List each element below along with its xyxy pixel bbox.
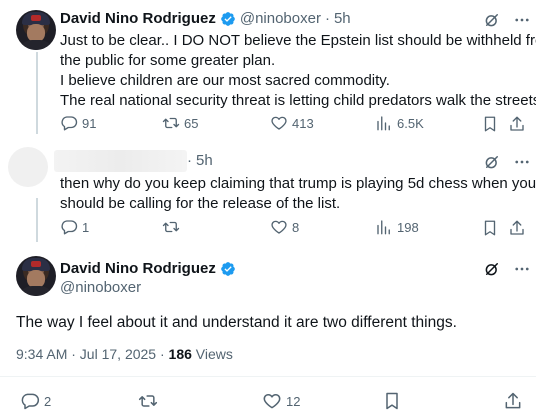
tweet-text: then why do you keep claiming that trump…	[60, 174, 536, 214]
main-tweet-header: David Nino Rodriguez	[60, 260, 236, 277]
repost-count: 65	[184, 115, 199, 131]
avatar[interactable]	[16, 256, 56, 296]
tweet-text-line: The real national security threat is let…	[60, 92, 536, 109]
repost-button[interactable]	[138, 391, 162, 411]
heart-icon	[271, 116, 287, 130]
author-name[interactable]: David Nino Rodriguez	[60, 10, 216, 27]
views-label: Views	[191, 346, 233, 362]
separator-dot: ·	[187, 152, 192, 169]
views-count: 6.5K	[397, 115, 424, 131]
views-icon	[377, 116, 390, 131]
like-count: 12	[286, 393, 301, 409]
like-count: 8	[292, 219, 300, 235]
bookmark-icon[interactable]	[481, 115, 499, 133]
post-time[interactable]: 5h	[334, 10, 351, 27]
grok-icon[interactable]	[483, 11, 501, 29]
views-button[interactable]: 198	[375, 218, 419, 236]
tweet-header: · 5h	[187, 152, 213, 169]
main-tweet-text: The way I feel about it and understand i…	[16, 314, 457, 331]
tweet-text-line: should be calling for the release of the…	[60, 195, 341, 212]
bookmark-icon[interactable]	[382, 391, 402, 411]
reply-button[interactable]: 1	[60, 218, 89, 236]
verified-badge-icon	[221, 261, 235, 276]
share-icon[interactable]	[508, 115, 526, 133]
bookmark-icon[interactable]	[481, 219, 499, 237]
more-options-icon[interactable]	[513, 153, 531, 171]
post-timestamp[interactable]: 9:34 AM · Jul 17, 2025 ·	[16, 346, 169, 362]
separator-dot: ·	[324, 10, 330, 27]
like-button[interactable]: 12	[262, 391, 300, 411]
tweet-text-line: I believe children are our most sacred c…	[60, 72, 390, 89]
heart-icon	[263, 394, 281, 409]
verified-badge-icon	[221, 11, 235, 26]
share-icon[interactable]	[508, 219, 526, 237]
reply-count: 1	[82, 219, 90, 235]
more-options-icon[interactable]	[513, 260, 531, 278]
author-handle[interactable]: @ninoboxer	[240, 10, 321, 27]
author-name-redacted	[54, 150, 187, 172]
main-tweet-actions: 2 12	[0, 391, 536, 411]
tweet-top-icons	[483, 260, 531, 278]
tweet-text-line: the public for some greater plan.	[60, 52, 276, 69]
reply-icon	[61, 220, 78, 235]
repost-button[interactable]: 65	[162, 114, 198, 132]
view-count: 186	[168, 346, 192, 362]
more-options-icon[interactable]	[513, 11, 531, 29]
divider	[0, 376, 536, 377]
like-count: 413	[292, 115, 314, 131]
views-button[interactable]: 6.5K	[375, 114, 424, 132]
author-name[interactable]: David Nino Rodriguez	[60, 260, 216, 277]
tweet-header: David Nino Rodriguez @ninoboxer · 5h	[60, 10, 351, 27]
share-icon[interactable]	[503, 391, 523, 411]
like-button[interactable]: 413	[270, 114, 314, 132]
tweet-top-icons	[483, 11, 531, 29]
reply-icon	[61, 116, 78, 131]
views-icon	[377, 220, 390, 235]
repost-icon	[138, 395, 158, 407]
reply-count: 91	[82, 115, 97, 131]
tweet-text: Just to be clear.. I DO NOT believe the …	[60, 31, 536, 111]
tweet-top-icons	[483, 153, 531, 171]
reply-button[interactable]: 91	[60, 114, 96, 132]
grok-icon[interactable]	[483, 260, 501, 278]
like-button[interactable]: 8	[270, 218, 299, 236]
repost-button[interactable]	[162, 218, 184, 236]
avatar[interactable]	[8, 147, 48, 187]
reply-icon	[21, 393, 40, 410]
views-count: 198	[397, 219, 419, 235]
tweet-actions: 91 65 413 6.5K	[0, 114, 536, 134]
reply-count: 2	[44, 393, 52, 409]
tweet-actions: 1 8 198	[0, 218, 536, 238]
main-tweet-handle-row: @ninoboxer	[60, 279, 141, 296]
post-timestamp-line: 9:34 AM · Jul 17, 2025 · 186 Views	[16, 346, 233, 362]
heart-icon	[271, 220, 287, 234]
avatar[interactable]	[16, 10, 56, 50]
tweet-text-line: Just to be clear.. I DO NOT believe the …	[60, 32, 536, 49]
grok-icon[interactable]	[483, 153, 501, 171]
post-time[interactable]: 5h	[196, 152, 213, 169]
repost-icon	[162, 221, 180, 233]
repost-icon	[162, 117, 180, 129]
author-handle[interactable]: @ninoboxer	[60, 279, 141, 296]
tweet-text-line: then why do you keep claiming that trump…	[60, 175, 536, 192]
reply-button[interactable]: 2	[20, 391, 51, 411]
